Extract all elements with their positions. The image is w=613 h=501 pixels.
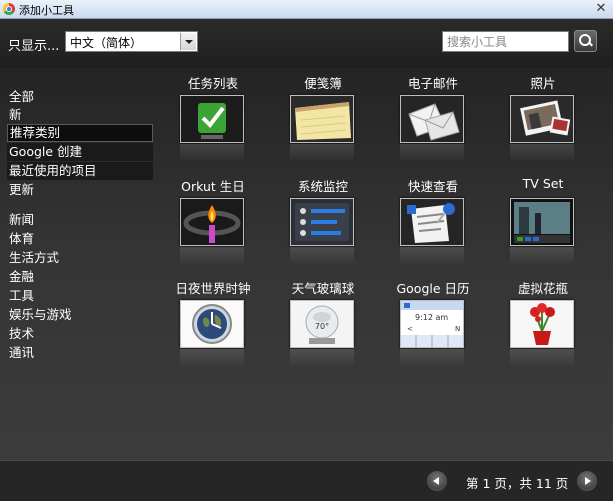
thumbnail-reflection [180, 349, 244, 367]
gadget-orkut-birthday[interactable]: Orkut 生日 [158, 176, 268, 288]
thumbnail-reflection [400, 247, 464, 265]
window-titlebar: 添加小工具 ✕ [0, 0, 613, 19]
gadget-task-list[interactable]: 任务列表 [158, 73, 268, 185]
system-monitor-icon[interactable] [290, 198, 354, 246]
app-icon [3, 3, 15, 15]
gadget-notepad[interactable]: 便笺簿 [268, 73, 378, 185]
weather-globe-icon[interactable]: 70° [290, 300, 354, 348]
gadget-label: Orkut 生日 [181, 179, 245, 194]
window-title: 添加小工具 [19, 4, 74, 17]
gadget-world-clock[interactable]: 日夜世界时钟 [158, 278, 268, 390]
gadget-email[interactable]: 电子邮件 [378, 73, 488, 185]
gadget-label: 任务列表 [187, 76, 238, 91]
gadget-label: 电子邮件 [407, 76, 458, 91]
gadget-label: 日夜世界时钟 [175, 281, 251, 296]
gadget-label: 天气玻璃球 [291, 281, 355, 296]
world-clock-icon[interactable] [180, 300, 244, 348]
gadget-weather-globe[interactable]: 天气玻璃球 70° [268, 278, 378, 390]
category-google-created[interactable]: Google 创建 [7, 143, 153, 161]
thumbnail-reflection [180, 247, 244, 265]
gadget-photos[interactable]: 照片 [488, 73, 598, 185]
orkut-birthday-candle-icon[interactable] [180, 198, 244, 246]
category-communication[interactable]: 通讯 [7, 344, 153, 362]
category-recently-used[interactable]: 最近使用的项目 [7, 162, 153, 180]
calendar-time: 9:12 am [415, 313, 448, 322]
gadget-tv-set[interactable]: TV Set [488, 176, 598, 288]
thumbnail-reflection [510, 247, 574, 265]
category-news[interactable]: 新闻 [7, 211, 153, 229]
category-fun-games[interactable]: 娱乐与游戏 [7, 306, 153, 324]
thumbnail-reflection [510, 144, 574, 162]
gadget-label: Google 日历 [396, 281, 470, 296]
thumbnail-reflection [400, 349, 464, 367]
calendar-next-nav: N [455, 325, 460, 333]
category-featured[interactable]: 推荐类别 [7, 124, 153, 142]
language-select-value: 中文（简体） [70, 36, 143, 50]
gadget-label: 照片 [530, 76, 556, 91]
gadget-label: 虚拟花瓶 [517, 281, 568, 296]
thumbnail-reflection [510, 349, 574, 367]
previous-page-button[interactable] [427, 471, 447, 491]
quick-view-pin-icon[interactable] [400, 198, 464, 246]
category-sports[interactable]: 体育 [7, 230, 153, 248]
gadget-system-monitor[interactable]: 系统监控 [268, 176, 378, 288]
show-only-label: 只显示... [8, 39, 60, 54]
thumbnail-reflection [290, 247, 354, 265]
gadget-label: TV Set [522, 176, 564, 191]
toolbar: 只显示... 中文（简体） [0, 20, 613, 68]
thumbnail-reflection [290, 349, 354, 367]
email-envelopes-icon[interactable] [400, 95, 464, 143]
chevron-down-icon[interactable] [180, 33, 196, 50]
category-finance[interactable]: 金融 [7, 268, 153, 286]
gadget-quick-view[interactable]: 快速查看 [378, 176, 488, 288]
virtual-vase-icon[interactable] [510, 300, 574, 348]
category-lifestyle[interactable]: 生活方式 [7, 249, 153, 267]
gadget-label: 便笺簿 [304, 76, 342, 91]
photos-icon[interactable] [510, 95, 574, 143]
gadget-google-calendar[interactable]: Google 日历 9:12 am < N [378, 278, 488, 390]
category-updates[interactable]: 更新 [7, 181, 153, 199]
pagination-footer: 第 1 页，共 11 页 [0, 460, 613, 501]
category-tools[interactable]: 工具 [7, 287, 153, 305]
weather-temperature: 70° [315, 322, 329, 331]
calendar-prev-nav: < [407, 325, 413, 333]
gadget-virtual-vase[interactable]: 虚拟花瓶 [488, 278, 598, 390]
category-new[interactable]: 新 [7, 106, 153, 124]
close-button[interactable]: ✕ [593, 2, 609, 16]
category-technology[interactable]: 技术 [7, 325, 153, 343]
main-panel: 全部 新 推荐类别 Google 创建 最近使用的项目 更新 新闻 体育 生活方… [0, 68, 613, 460]
thumbnail-reflection [290, 144, 354, 162]
notepad-icon[interactable] [290, 95, 354, 143]
search-input[interactable] [442, 31, 569, 52]
gadget-label: 系统监控 [297, 179, 348, 194]
tv-set-icon[interactable] [510, 198, 574, 246]
thumbnail-reflection [180, 144, 244, 162]
page-indicator: 第 1 页，共 11 页 [466, 476, 569, 491]
search-button[interactable] [574, 30, 597, 52]
thumbnail-reflection [400, 144, 464, 162]
language-select[interactable]: 中文（简体） [65, 31, 198, 52]
gadget-label: 快速查看 [407, 179, 458, 194]
next-page-button[interactable] [577, 471, 597, 491]
google-calendar-icon[interactable]: 9:12 am < N [400, 300, 464, 348]
task-list-checkmark-icon[interactable] [180, 95, 244, 143]
category-all[interactable]: 全部 [7, 88, 153, 106]
